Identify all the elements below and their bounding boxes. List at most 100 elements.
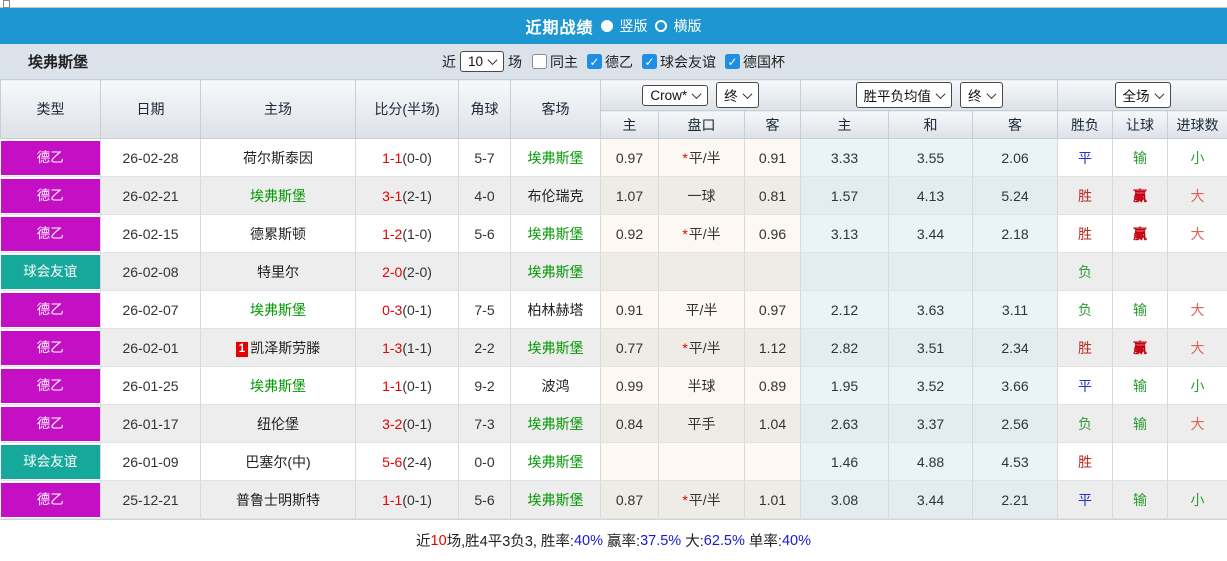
fullmatch-select[interactable]: 全场 xyxy=(1115,82,1171,108)
radio-horizontal-label[interactable]: 横版 xyxy=(674,16,702,36)
summary-segment: 赢率: xyxy=(603,530,640,551)
checkbox-league-icon[interactable]: ✓ xyxy=(587,54,602,69)
odds-away: 0.81 xyxy=(745,177,801,215)
recent-count-select[interactable]: 10 xyxy=(460,51,504,72)
checkbox-cup-label[interactable]: 德国杯 xyxy=(743,52,785,72)
result-outcome: 胜 xyxy=(1058,177,1113,215)
away-team-name[interactable]: 柏林赫塔 xyxy=(528,302,584,318)
match-date: 26-01-25 xyxy=(101,367,201,405)
home-team-name[interactable]: 凯泽斯劳滕 xyxy=(250,340,320,356)
avg-final-select[interactable]: 终 xyxy=(960,82,1003,108)
odds-away: 1.01 xyxy=(745,481,801,519)
away-team-name[interactable]: 埃弗斯堡 xyxy=(528,492,584,508)
odds-home: 1.07 xyxy=(601,177,659,215)
match-score: 3-1(2-1) xyxy=(356,177,459,215)
result-outcome: 平 xyxy=(1058,367,1113,405)
away-team-name[interactable]: 埃弗斯堡 xyxy=(528,264,584,280)
star-marker: * xyxy=(682,150,687,166)
match-type-badge: 德乙 xyxy=(1,293,101,327)
away-team-cell: 埃弗斯堡 xyxy=(511,405,601,443)
result-handicap: 输 xyxy=(1113,405,1168,443)
home-team-name[interactable]: 埃弗斯堡 xyxy=(250,378,306,394)
sub-header-outcome: 胜负 xyxy=(1058,111,1113,139)
home-team-name[interactable]: 纽伦堡 xyxy=(257,416,299,432)
result-outcome: 胜 xyxy=(1058,215,1113,253)
corner-score: 4-0 xyxy=(459,177,511,215)
halftime-score: (0-1) xyxy=(402,378,432,394)
away-team-name[interactable]: 埃弗斯堡 xyxy=(528,226,584,242)
summary-segment: 40% xyxy=(574,533,603,549)
avg-home: 2.82 xyxy=(801,329,889,367)
odds-away: 1.04 xyxy=(745,405,801,443)
page-top-fragment xyxy=(0,0,1227,8)
near-label: 近 xyxy=(442,52,456,72)
checkbox-friendly-icon[interactable]: ✓ xyxy=(642,54,657,69)
sub-header-odds-home: 主 xyxy=(601,111,659,139)
halftime-score: (2-1) xyxy=(402,188,432,204)
avg-final-value: 终 xyxy=(968,85,982,105)
match-type: 德乙 xyxy=(1,481,101,519)
result-outcome: 负 xyxy=(1058,253,1113,291)
away-team-name[interactable]: 布伦瑞克 xyxy=(528,188,584,204)
checkbox-league-label[interactable]: 德乙 xyxy=(605,52,633,72)
result-handicap: 赢 xyxy=(1113,215,1168,253)
home-team-cell: 德累斯顿 xyxy=(201,215,356,253)
radio-vertical-label[interactable]: 竖版 xyxy=(620,16,648,36)
match-row: 德乙26-02-07埃弗斯堡0-3(0-1)7-5柏林赫塔0.91平/半0.97… xyxy=(1,291,1227,329)
home-team-name[interactable]: 普鲁士明斯特 xyxy=(236,492,320,508)
result-outcome: 胜 xyxy=(1058,329,1113,367)
home-team-name[interactable]: 荷尔斯泰因 xyxy=(243,150,313,166)
summary-stats: 近10场,胜4平3负3, 胜率:40% 赢率:37.5% 大:62.5% 单率:… xyxy=(0,519,1227,561)
avg-draw: 3.37 xyxy=(889,405,973,443)
col-header-score: 比分(半场) xyxy=(356,80,459,139)
handicap-name: 平手 xyxy=(688,416,716,432)
home-team-cell: 埃弗斯堡 xyxy=(201,367,356,405)
away-team-name[interactable]: 波鸿 xyxy=(542,378,570,394)
checkbox-cup-icon[interactable]: ✓ xyxy=(725,54,740,69)
avg-draw: 3.44 xyxy=(889,215,973,253)
checkbox-same-home-label[interactable]: 同主 xyxy=(550,52,578,72)
result-goals: 小 xyxy=(1168,367,1227,405)
away-team-cell: 埃弗斯堡 xyxy=(511,253,601,291)
avg-away: 2.34 xyxy=(973,329,1058,367)
radio-horizontal-icon[interactable] xyxy=(655,20,667,32)
away-team-name[interactable]: 埃弗斯堡 xyxy=(528,454,584,470)
odds-away xyxy=(745,443,801,481)
result-handicap: 输 xyxy=(1113,367,1168,405)
away-team-name[interactable]: 埃弗斯堡 xyxy=(528,416,584,432)
away-team-name[interactable]: 埃弗斯堡 xyxy=(528,340,584,356)
result-handicap: 输 xyxy=(1113,139,1168,177)
avg-type-select[interactable]: 胜平负均值 xyxy=(856,82,953,108)
match-type-badge: 德乙 xyxy=(1,369,101,403)
away-team-name[interactable]: 埃弗斯堡 xyxy=(528,150,584,166)
rank-badge: 1 xyxy=(236,342,248,357)
home-team-name[interactable]: 特里尔 xyxy=(257,264,299,280)
checkbox-friendly-label[interactable]: 球会友谊 xyxy=(660,52,716,72)
odds-company-select[interactable]: Crow* xyxy=(642,85,708,106)
match-type: 德乙 xyxy=(1,291,101,329)
result-handicap xyxy=(1113,253,1168,291)
match-score: 3-2(0-1) xyxy=(356,405,459,443)
star-marker: * xyxy=(682,492,687,508)
match-type: 德乙 xyxy=(1,177,101,215)
home-team-name[interactable]: 埃弗斯堡 xyxy=(250,188,306,204)
chevron-down-icon xyxy=(692,89,702,99)
corner-score: 9-2 xyxy=(459,367,511,405)
odds-final-select[interactable]: 终 xyxy=(716,82,759,108)
avg-draw: 4.13 xyxy=(889,177,973,215)
avg-home: 3.13 xyxy=(801,215,889,253)
match-type: 德乙 xyxy=(1,405,101,443)
home-team-name[interactable]: 埃弗斯堡 xyxy=(250,302,306,318)
odds-final-value: 终 xyxy=(724,85,738,105)
match-type-badge: 球会友谊 xyxy=(1,255,101,289)
odds-home: 0.77 xyxy=(601,329,659,367)
sub-header-goals: 进球数 xyxy=(1168,111,1227,139)
checkbox-same-home-icon[interactable] xyxy=(532,54,547,69)
handicap-name: 平/半 xyxy=(689,492,721,508)
away-team-cell: 埃弗斯堡 xyxy=(511,443,601,481)
home-team-name[interactable]: 巴塞尔(中) xyxy=(245,454,310,470)
radio-vertical-icon[interactable] xyxy=(601,20,613,32)
home-team-name[interactable]: 德累斯顿 xyxy=(250,226,306,242)
summary-segment: 大: xyxy=(681,530,704,551)
match-row: 德乙25-12-21普鲁士明斯特1-1(0-1)5-6埃弗斯堡0.87*平/半1… xyxy=(1,481,1227,519)
